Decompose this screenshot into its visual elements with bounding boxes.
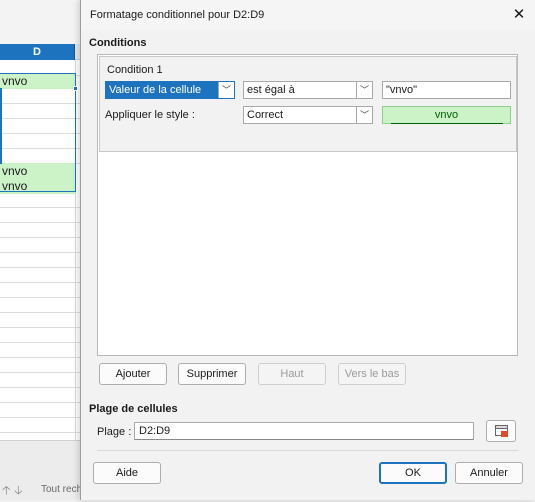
condition-entry[interactable]: Condition 1 Valeur de la cellule ﹀ est é… xyxy=(99,56,517,152)
chevron-down-icon[interactable]: ﹀ xyxy=(218,82,234,98)
help-button[interactable]: Aide xyxy=(93,462,161,484)
dialog-titlebar[interactable]: Formatage conditionnel pour D2:D9 ✕ xyxy=(81,0,535,30)
grid-row[interactable] xyxy=(0,252,90,268)
remove-button[interactable]: Supprimer xyxy=(178,363,246,385)
operator-select[interactable]: est égal à ﹀ xyxy=(243,81,373,99)
style-preview: vnvo xyxy=(382,106,511,124)
add-button[interactable]: Ajouter xyxy=(99,363,167,385)
close-icon[interactable]: ✕ xyxy=(508,4,530,26)
dialog-title: Formatage conditionnel pour D2:D9 xyxy=(90,9,265,21)
shrink-icon xyxy=(495,425,508,437)
condition-type-select[interactable]: Valeur de la cellule ﹀ xyxy=(105,81,235,99)
range-input[interactable]: D2:D9 xyxy=(134,422,474,440)
condition-label: Condition 1 xyxy=(107,64,163,76)
selection-outline xyxy=(0,73,76,192)
grid-row[interactable] xyxy=(0,402,90,418)
condition-type-value: Valeur de la cellule xyxy=(109,84,202,96)
shrink-range-button[interactable] xyxy=(486,420,516,442)
chevron-down-icon[interactable]: ﹀ xyxy=(356,82,372,98)
conditions-heading: Conditions xyxy=(89,37,147,49)
conditions-list[interactable]: Condition 1 Valeur de la cellule ﹀ est é… xyxy=(97,54,518,356)
find-arrows-icon[interactable]: 🡡 🡣 xyxy=(2,481,23,502)
range-label: Plage : xyxy=(97,426,132,438)
selection-edge xyxy=(0,88,2,164)
footer-separator xyxy=(97,450,518,451)
grid-row[interactable] xyxy=(0,282,90,298)
conditional-format-dialog: Formatage conditionnel pour D2:D9 ✕ Cond… xyxy=(80,0,535,500)
move-down-button[interactable]: Vers le bas xyxy=(338,363,406,385)
grid-row[interactable] xyxy=(0,207,90,223)
find-toolbar: 🡡 🡣 Tout rech xyxy=(0,440,90,500)
apply-style-label: Appliquer le style : xyxy=(105,109,195,121)
find-all-button[interactable]: Tout rech xyxy=(41,484,82,495)
operator-value: est égal à xyxy=(247,84,295,96)
cancel-button[interactable]: Annuler xyxy=(455,462,523,484)
sheet-toolbar-area xyxy=(0,0,90,44)
grid-row[interactable] xyxy=(0,237,90,253)
spreadsheet-background: D vnvo vnvo vnvo 🡡 🡣 Tout rech xyxy=(0,0,90,500)
style-preview-text: vnvo xyxy=(390,107,503,124)
grid-row[interactable] xyxy=(0,372,90,388)
grid-row[interactable] xyxy=(0,387,90,403)
move-up-button[interactable]: Haut xyxy=(258,363,326,385)
grid-row[interactable] xyxy=(0,342,90,358)
condition-value-input[interactable]: "vnvo" xyxy=(382,81,511,99)
chevron-down-icon[interactable]: ﹀ xyxy=(356,107,372,123)
grid-row[interactable] xyxy=(0,327,90,343)
style-select[interactable]: Correct ﹀ xyxy=(243,106,373,124)
grid-row[interactable] xyxy=(0,357,90,373)
column-header-d[interactable]: D xyxy=(0,44,75,60)
grid-row[interactable] xyxy=(0,267,90,283)
grid-row[interactable] xyxy=(0,312,90,328)
style-value: Correct xyxy=(247,109,284,121)
grid-row[interactable] xyxy=(0,222,90,238)
ok-button[interactable]: OK xyxy=(379,462,447,484)
grid-row[interactable] xyxy=(0,297,90,313)
grid-row[interactable] xyxy=(0,417,90,433)
selection-fill-handle[interactable] xyxy=(73,86,78,91)
grid-row[interactable] xyxy=(0,192,90,208)
range-heading: Plage de cellules xyxy=(89,403,178,415)
